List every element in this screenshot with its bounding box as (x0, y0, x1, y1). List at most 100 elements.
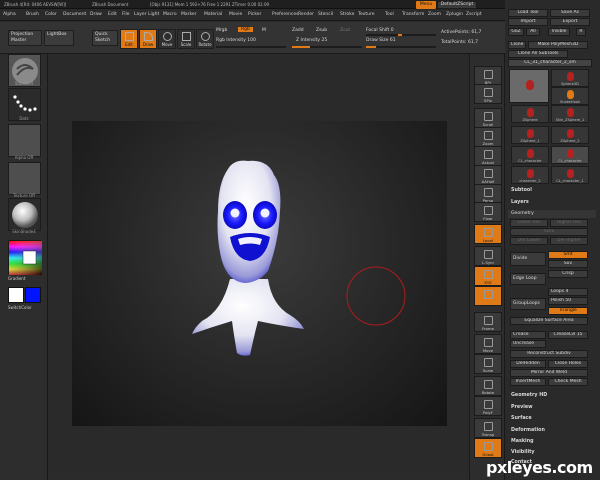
alpha-selector[interactable] (8, 124, 41, 157)
menu-picker[interactable]: Picker (248, 12, 261, 17)
strip-ghost-button[interactable]: Ghost (474, 438, 502, 458)
strip-floor-button[interactable]: Floor (474, 202, 502, 222)
current-tool-name[interactable]: CL_31_character_2_sm (508, 59, 592, 67)
goz-button[interactable]: GoZ (508, 28, 524, 36)
loops-slider[interactable]: Loops 4 (548, 288, 588, 296)
menu-material[interactable]: Material (204, 12, 222, 17)
crease-level-slider[interactable]: CreaseLvl 15 (548, 331, 588, 339)
menu-render[interactable]: Render (298, 12, 314, 17)
strip-frame-button[interactable]: Frame (474, 312, 502, 332)
gradient-label[interactable]: Gradient (8, 276, 48, 281)
layers-section[interactable]: Layers (511, 200, 529, 205)
geometry-header[interactable]: Geometry (508, 210, 596, 218)
make-polymesh3d-button[interactable]: Make PolyMesh3D (528, 41, 588, 49)
menu-button[interactable]: Menu (416, 1, 436, 9)
material-selector[interactable] (8, 198, 41, 231)
strip-aahalf-button[interactable]: AAHalf (474, 165, 502, 185)
menu-stencil[interactable]: Stencil (318, 12, 333, 17)
tool-thumb-4[interactable]: ZSphere_1 (511, 126, 549, 144)
m-toggle[interactable]: M (262, 28, 266, 33)
visible-button[interactable]: Visible (548, 28, 570, 36)
tool-thumb-0[interactable]: Sphere3D (551, 69, 589, 87)
close-holes-button[interactable]: Close Holes (548, 360, 588, 368)
section-deformation[interactable]: Deformation (511, 428, 545, 433)
lower-res-button[interactable]: Lower Res (510, 219, 548, 227)
grouploops-button[interactable]: GroupLoops (510, 298, 546, 310)
smt-toggle[interactable]: Smt (548, 251, 588, 259)
edge-loop-button[interactable]: Edge Loop (510, 273, 546, 285)
menu-zoom[interactable]: Zoom (428, 12, 441, 17)
menu-preferences[interactable]: Preferences (272, 12, 298, 17)
draw-size-track[interactable] (366, 46, 436, 48)
current-tool-thumbnail[interactable] (509, 69, 549, 103)
tool-thumb-2[interactable]: ZSphere (511, 105, 549, 123)
menu-file[interactable]: File (122, 12, 130, 17)
higher-res-button[interactable]: Higher Res (550, 219, 588, 227)
draw-size-slider[interactable]: Draw Size 61 (366, 38, 396, 43)
switch-color-button[interactable]: SwitchColor (8, 305, 48, 310)
menu-layer[interactable]: Layer (134, 12, 147, 17)
move-mode-button[interactable]: Move (158, 29, 176, 49)
import-button[interactable]: Import (508, 18, 548, 26)
strip-zoom-button[interactable]: Zoom (474, 127, 502, 147)
document-canvas[interactable] (72, 121, 447, 426)
strip-bpr-button[interactable]: BPr (474, 66, 502, 86)
menu-movie[interactable]: Movie (229, 12, 242, 17)
section-preview[interactable]: Preview (511, 405, 533, 410)
draw-mode-button[interactable]: Draw (139, 29, 157, 49)
tool-thumb-3[interactable]: Skin_ZSphere_1 (551, 105, 589, 123)
color-picker[interactable] (8, 240, 42, 275)
load-tool-button[interactable]: Load Tool (508, 9, 548, 17)
secondary-color-swatch[interactable] (25, 287, 41, 303)
edit-mode-button[interactable]: Edit (120, 29, 138, 49)
del-higher-button[interactable]: Del Higher (550, 237, 588, 245)
tool-thumb-5[interactable]: ZSphere_2 (551, 126, 589, 144)
crease-button[interactable]: Crease (510, 331, 546, 339)
texture-selector[interactable] (8, 162, 41, 195)
lightbox-button[interactable]: LightBox (44, 30, 74, 46)
delhidden-button[interactable]: DelHidden (510, 360, 546, 368)
strip-actual-button[interactable]: Actual (474, 146, 502, 166)
strip-scale-button[interactable]: Scale (474, 354, 502, 374)
reconstruct-subdiv-button[interactable]: Reconstruct Subdiv (510, 350, 588, 358)
triangle-toggle[interactable]: Triangle (548, 307, 588, 315)
section-surface[interactable]: Surface (511, 416, 532, 421)
del-lower-button[interactable]: Del Lower (510, 237, 548, 245)
menu-macro[interactable]: Macro (163, 12, 177, 17)
quick-sketch-button[interactable]: Quick Sketch (92, 30, 118, 46)
uncrease-button[interactable]: Uncrease (510, 340, 546, 348)
strip-blank-button[interactable] (474, 286, 502, 306)
suv-toggle[interactable]: Suv (548, 260, 588, 268)
menu-edit[interactable]: Edit (108, 12, 117, 17)
zcut-toggle[interactable]: Zcut (340, 28, 350, 33)
focal-shift-slider[interactable]: Focal Shift 0 (366, 28, 394, 33)
strip-scroll-button[interactable]: Scroll (474, 108, 502, 128)
mirror-and-weld-button[interactable]: Mirror And Weld (510, 369, 588, 377)
projection-master-button[interactable]: Projection Master (8, 30, 42, 46)
sdiv-slider[interactable]: SDiv (510, 228, 588, 236)
menu-color[interactable]: Color (45, 12, 57, 17)
menu-transform[interactable]: Transform (402, 12, 424, 17)
menu-zscript[interactable]: Zscript (466, 12, 482, 17)
section-masking[interactable]: Masking (511, 439, 534, 444)
strip-move-button[interactable]: Move (474, 334, 502, 354)
menu-tool[interactable]: Tool (385, 12, 394, 17)
tool-thumb-7[interactable]: CL_character (551, 146, 589, 164)
save-as-button[interactable]: Save As (550, 9, 590, 17)
section-geometry-hd[interactable]: Geometry HD (511, 393, 547, 398)
check-mesh-button[interactable]: Check Mesh (548, 378, 588, 386)
tool-thumb-6[interactable]: CL_character (511, 146, 549, 164)
menu-document[interactable]: Document (63, 12, 86, 17)
section-visibility[interactable]: Visibility (511, 450, 535, 455)
subtool-section[interactable]: Subtool (511, 188, 532, 193)
tool-thumb-9[interactable]: CL_character_1 (551, 166, 589, 184)
zsub-toggle[interactable]: Zsub (316, 28, 327, 33)
menu-brush[interactable]: Brush (26, 12, 39, 17)
crisp-toggle[interactable]: Crisp (548, 270, 588, 278)
export-button[interactable]: Export (550, 18, 590, 26)
strip-local-button[interactable]: Local (474, 224, 502, 244)
strip-rotate-button[interactable]: Rotate (474, 376, 502, 396)
default-zscript-button[interactable]: DefaultZScript (437, 1, 477, 9)
strip-transp-button[interactable]: Transp (474, 418, 502, 438)
r-button[interactable]: R (576, 28, 586, 36)
